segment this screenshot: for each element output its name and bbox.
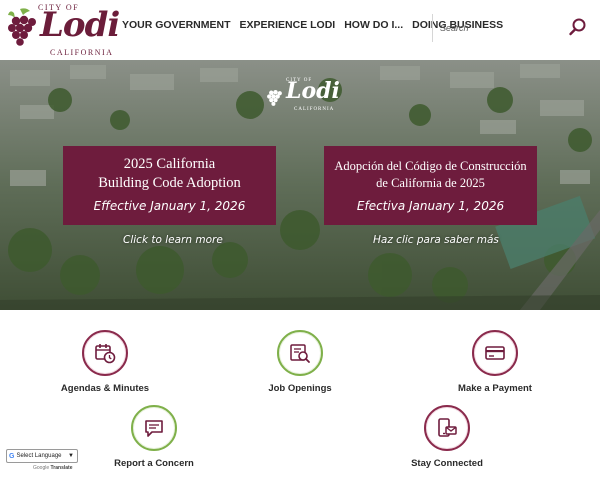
quick-link-agendas-minutes[interactable]: Agendas & Minutes — [50, 330, 160, 396]
language-select[interactable]: G Select Language ▼ — [6, 449, 78, 463]
quick-link-stay-connected[interactable]: Stay Connected — [392, 405, 502, 471]
search-icon — [569, 18, 586, 36]
chat-bubble-icon — [145, 420, 163, 437]
quick-link-icon-circle — [424, 405, 470, 451]
chevron-down-icon: ▼ — [68, 453, 74, 459]
card-title-line-2: de California de 2025 — [376, 176, 485, 190]
google-wordmark: Google — [33, 465, 50, 471]
translate-word: Translate — [50, 465, 73, 471]
building-code-card-en[interactable]: 2025 California Building Code Adoption E… — [63, 146, 276, 225]
google-g-icon: G — [9, 452, 15, 460]
grape-cluster-icon — [8, 8, 36, 46]
hero-banner: CITY OF Lodi CALIFORNIA 2025 California … — [0, 60, 600, 310]
quick-link-icon-circle — [131, 405, 177, 451]
quick-link-label: Report a Concern — [114, 458, 194, 469]
logo-state: CALIFORNIA — [50, 48, 114, 57]
quick-link-icon-circle — [472, 330, 518, 376]
quick-link-label: Agendas & Minutes — [60, 383, 150, 394]
google-translate-credit: Google Translate — [33, 465, 72, 471]
hero-logo-name: Lodi — [286, 78, 340, 104]
card-title-line-1: Adopción del Código de Construcción — [334, 159, 527, 173]
nav-how-do-i[interactable]: HOW DO I... — [344, 19, 403, 31]
learn-more-link-en[interactable]: Click to learn more — [123, 234, 223, 246]
hero-city-logo: CITY OF Lodi CALIFORNIA — [266, 78, 340, 114]
quick-link-label: Make a Payment — [458, 383, 532, 394]
grape-cluster-icon — [267, 90, 282, 106]
quick-link-icon-circle — [82, 330, 128, 376]
calendar-clock-icon — [95, 344, 116, 364]
nav-experience-lodi[interactable]: EXPERIENCE LODI — [240, 19, 336, 31]
quick-link-label: Stay Connected — [411, 458, 483, 469]
phone-mail-icon — [438, 418, 457, 437]
quick-link-make-payment[interactable]: Make a Payment — [440, 330, 550, 396]
city-logo[interactable]: CITY OF Lodi CALIFORNIA — [6, 3, 120, 57]
building-code-card-es[interactable]: Adopción del Código de Construcción de C… — [324, 146, 537, 225]
header-divider — [432, 14, 433, 42]
job-search-icon — [290, 344, 310, 363]
learn-more-link-es[interactable]: Haz clic para saber más — [373, 234, 499, 246]
credit-card-icon — [485, 346, 505, 360]
quick-link-job-openings[interactable]: Job Openings — [245, 330, 355, 396]
language-select-label: Select Language — [16, 453, 62, 459]
logo-name: Lodi — [40, 5, 120, 45]
card-effective-date: Efectiva January 1, 2026 — [356, 199, 505, 213]
quick-link-report-concern[interactable]: Report a Concern — [99, 405, 209, 471]
site-header: CITY OF Lodi CALIFORNIA YOUR GOVERNMENT … — [0, 0, 600, 60]
card-title-line-2: Building Code Adoption — [98, 175, 241, 191]
card-effective-date: Effective January 1, 2026 — [93, 199, 246, 213]
hero-logo-state: CALIFORNIA — [294, 107, 335, 112]
nav-your-government[interactable]: YOUR GOVERNMENT — [122, 19, 231, 31]
quick-link-icon-circle — [277, 330, 323, 376]
search-button[interactable] — [568, 17, 588, 37]
search-input[interactable] — [440, 18, 560, 38]
page: CITY OF Lodi CALIFORNIA YOUR GOVERNMENT … — [0, 0, 600, 480]
quick-link-label: Job Openings — [268, 383, 332, 394]
card-title-line-1: 2025 California — [123, 156, 216, 172]
